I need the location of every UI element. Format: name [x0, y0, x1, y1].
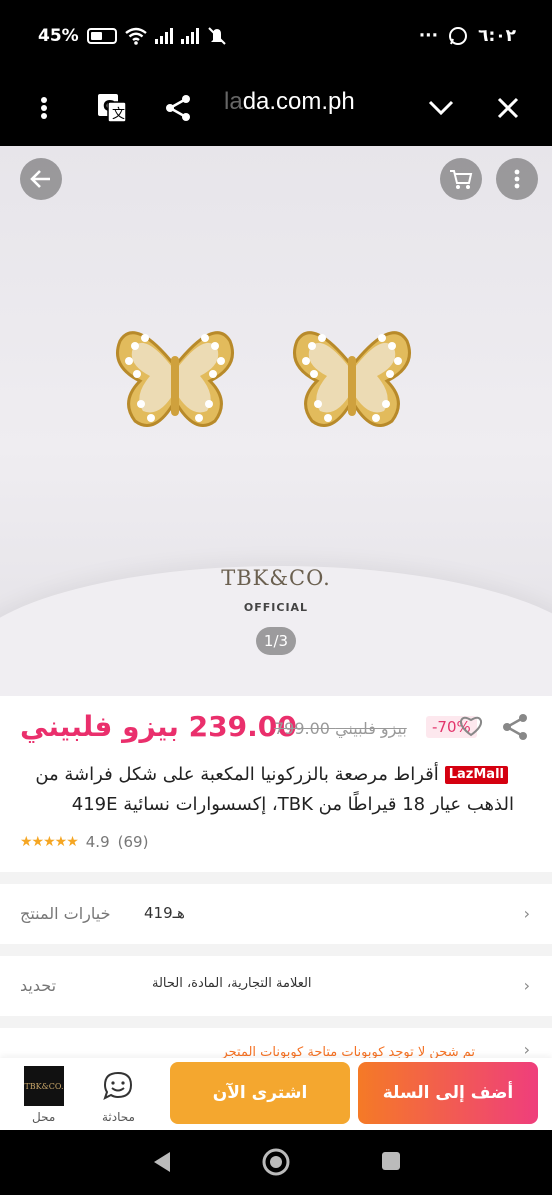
- nav-home-icon[interactable]: [261, 1147, 291, 1177]
- url-domain: da.com.ph: [242, 88, 355, 115]
- brand-logo: TBK&CO.: [221, 566, 331, 590]
- rating-value: 4.9: [85, 833, 110, 851]
- chat-icon[interactable]: [102, 1070, 134, 1106]
- store-logo[interactable]: TBK&CO.: [24, 1066, 64, 1106]
- divider: [0, 944, 552, 956]
- battery-icon: [86, 28, 117, 44]
- url-faded: la: [224, 88, 243, 115]
- back-button[interactable]: [20, 158, 62, 200]
- cart-button[interactable]: [440, 158, 482, 200]
- chevron-right-icon: ›: [523, 904, 530, 923]
- product-image-gallery[interactable]: TBK&CO. OFFICIAL 1/3: [0, 146, 552, 696]
- store-label: محل: [32, 1110, 56, 1124]
- promo-text: تم شحن لا توجد كوبونات متاحة كوبونات الم…: [221, 1045, 475, 1059]
- review-count: (69): [117, 833, 149, 851]
- specs-label: تحديد: [20, 976, 57, 995]
- current-price: 239.00 بيزو فلبيني: [20, 710, 297, 743]
- signal-icon-2: [180, 28, 199, 44]
- product-title: LazMallأقراط مرصعة بالزركونيا المكعبة عل…: [14, 760, 514, 820]
- menu-icon[interactable]: [34, 90, 54, 126]
- translate-icon[interactable]: G文: [94, 90, 130, 126]
- chevron-down-icon[interactable]: [426, 90, 456, 126]
- battery-percent: 45%: [38, 26, 79, 46]
- rating-row[interactable]: ★★★★★ 4.9 (69): [20, 833, 148, 851]
- image-pager: 1/3: [256, 627, 296, 655]
- close-icon[interactable]: [494, 90, 522, 126]
- share-icon[interactable]: [500, 712, 530, 746]
- left-earring: [116, 331, 234, 427]
- cart-icon: [450, 170, 473, 189]
- more-button[interactable]: [496, 158, 538, 200]
- status-right: ··· ٦:٠٢: [419, 26, 516, 46]
- browser-toolbar: G文 lada.com.ph: [0, 72, 552, 146]
- lazmall-badge: LazMall: [444, 766, 508, 784]
- divider: [0, 872, 552, 884]
- chevron-right-icon: ›: [523, 1040, 530, 1059]
- options-value: 419هـ: [144, 904, 185, 922]
- right-earring: [293, 331, 411, 427]
- product-title-text: أقراط مرصعة بالزركونيا المكعبة على شكل ف…: [35, 764, 514, 815]
- mute-icon: [207, 27, 226, 45]
- more-vertical-icon: [514, 169, 520, 189]
- status-bar: 45% ··· ٦:٠٢: [0, 0, 552, 72]
- original-price: 799.00 بيزو فلبيني: [274, 719, 407, 738]
- specifications-row[interactable]: تحديد العلامة التجارية، المادة، الحالة ›: [0, 958, 552, 1014]
- nav-recents-icon[interactable]: [380, 1150, 402, 1172]
- status-left: 45%: [38, 26, 227, 46]
- heart-icon[interactable]: [458, 714, 484, 742]
- whatsapp-icon: [449, 27, 468, 45]
- share-network-icon[interactable]: [160, 90, 196, 126]
- product-options-row[interactable]: خيارات المنتج 419هـ ›: [0, 886, 552, 942]
- divider: [0, 1016, 552, 1028]
- clock: ٦:٠٢: [478, 26, 516, 46]
- brand-subtitle: OFFICIAL: [243, 601, 309, 614]
- buy-now-button[interactable]: اشترى الآن: [170, 1062, 350, 1124]
- chevron-right-icon: ›: [523, 976, 530, 995]
- more-dots-icon: ···: [418, 26, 439, 46]
- options-label: خيارات المنتج: [20, 904, 111, 923]
- specs-value: العلامة التجارية، المادة، الحالة: [152, 976, 312, 991]
- bottom-action-bar: TBK&CO. محل محادثة اشترى الآن أضف إلى ال…: [0, 1058, 552, 1130]
- signal-icon: [154, 28, 173, 44]
- price-row: 239.00 بيزو فلبيني 799.00 بيزو فلبيني -7…: [0, 706, 552, 752]
- chat-label: محادثة: [102, 1110, 135, 1124]
- system-nav-bar: [0, 1130, 552, 1195]
- wifi-icon: [124, 27, 147, 45]
- url-text[interactable]: lada.com.ph: [224, 88, 355, 116]
- svg-text:文: 文: [112, 107, 125, 122]
- rating-stars-icon: ★★★★★: [20, 834, 79, 850]
- arrow-left-icon: [30, 170, 50, 188]
- add-to-cart-button[interactable]: أضف إلى السلة: [358, 1062, 538, 1124]
- nav-back-icon[interactable]: [150, 1150, 174, 1174]
